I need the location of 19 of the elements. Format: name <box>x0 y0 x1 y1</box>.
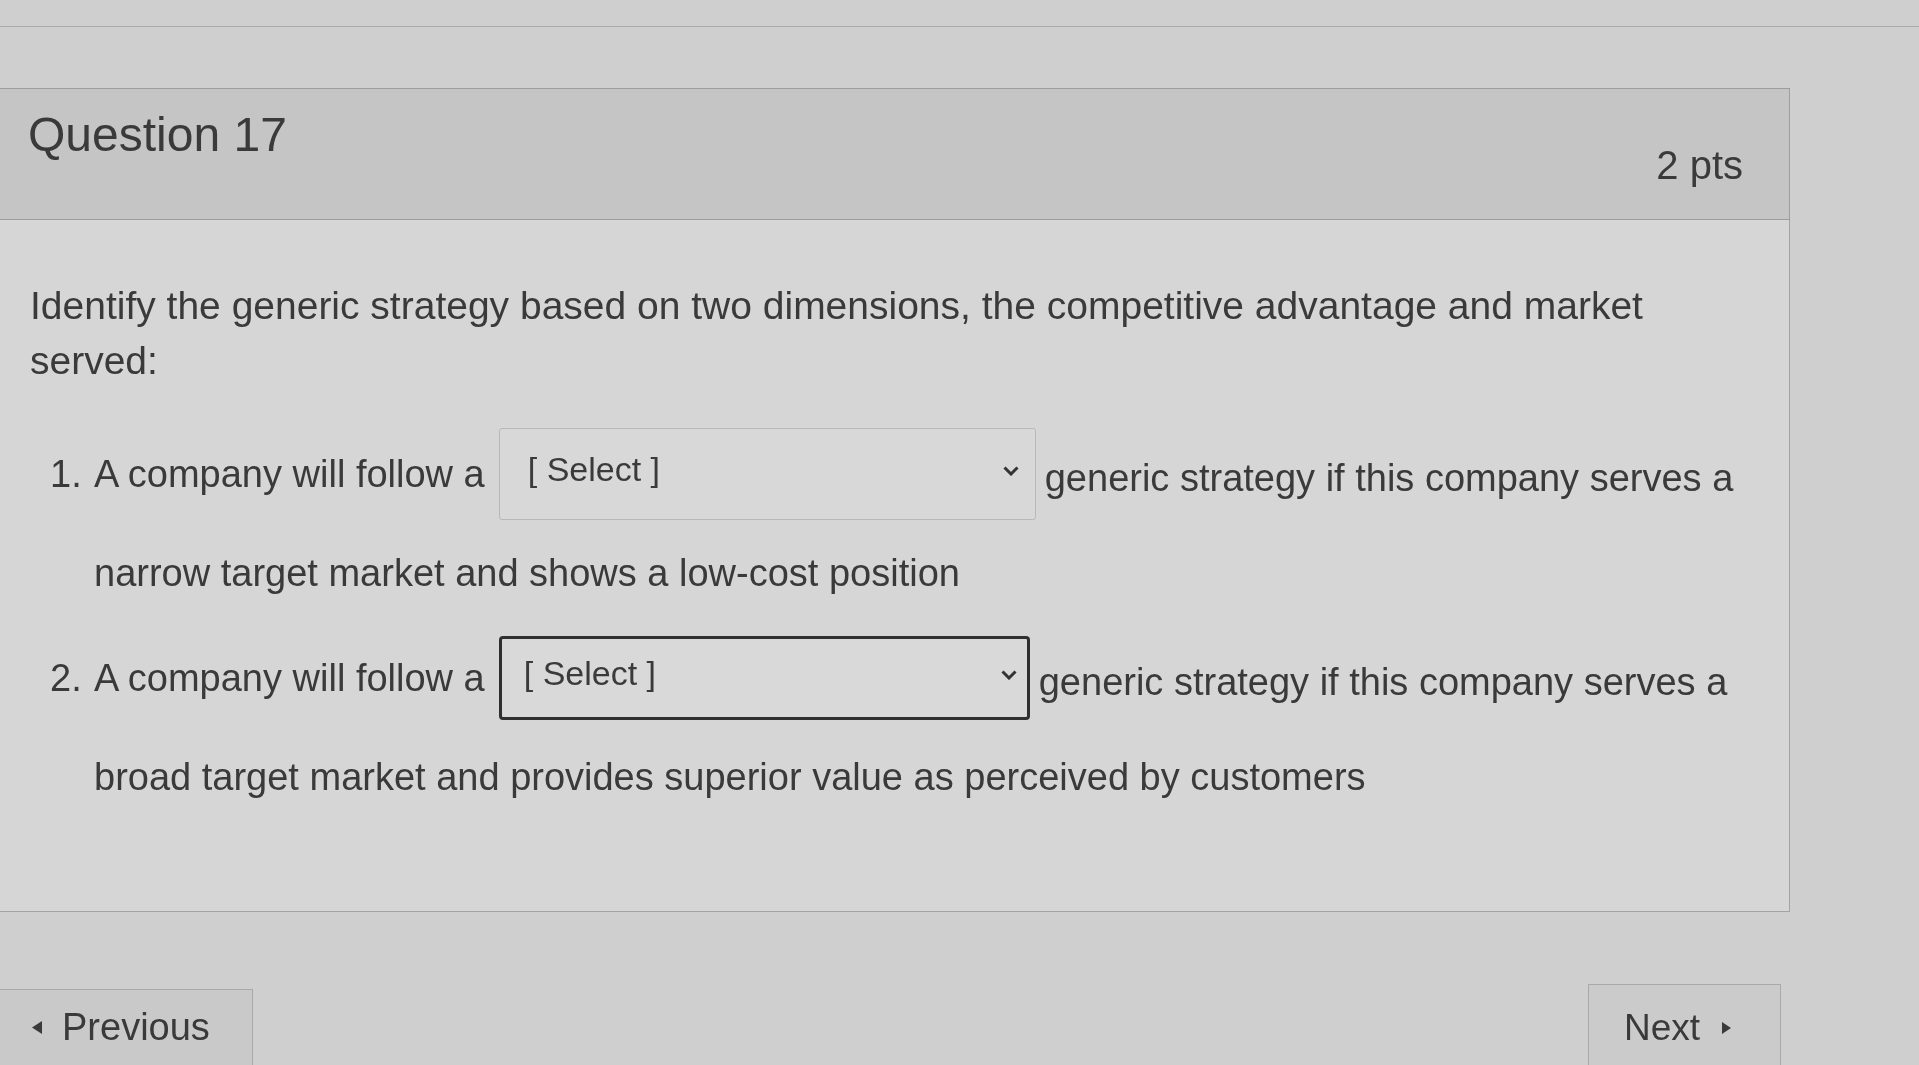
dropdown-select[interactable]: [ Select ] <box>498 636 1030 720</box>
chevron-down-icon <box>1000 670 1017 680</box>
dropdown-select[interactable]: [ Select ] <box>498 428 1036 520</box>
points-label: 2 pts <box>1656 142 1743 189</box>
question-text: generic strategy if this company serves a <box>1044 456 1734 501</box>
question-text: generic strategy if this company serves a <box>1038 660 1728 705</box>
previous-button[interactable]: Previous <box>0 989 253 1065</box>
next-button[interactable]: Next <box>1588 984 1781 1065</box>
question-title: Question 17 <box>28 107 287 163</box>
chevron-down-icon <box>1002 466 1019 476</box>
item-number: 1. <box>50 452 83 497</box>
item-number: 2. <box>50 656 83 701</box>
triangle-left-icon <box>32 1021 42 1034</box>
question-text: A company will follow a <box>94 452 485 497</box>
triangle-right-icon <box>1722 1022 1732 1034</box>
question-text: A company will follow a <box>94 656 485 701</box>
question-prompt: Identify the generic strategy based on two dimensions, the competitive advantage and market served: <box>30 283 1644 384</box>
question-text: broad target market and provides superior value as perceived by customers <box>94 756 1366 798</box>
question-text: narrow target market and shows a low-cost position <box>94 552 960 594</box>
